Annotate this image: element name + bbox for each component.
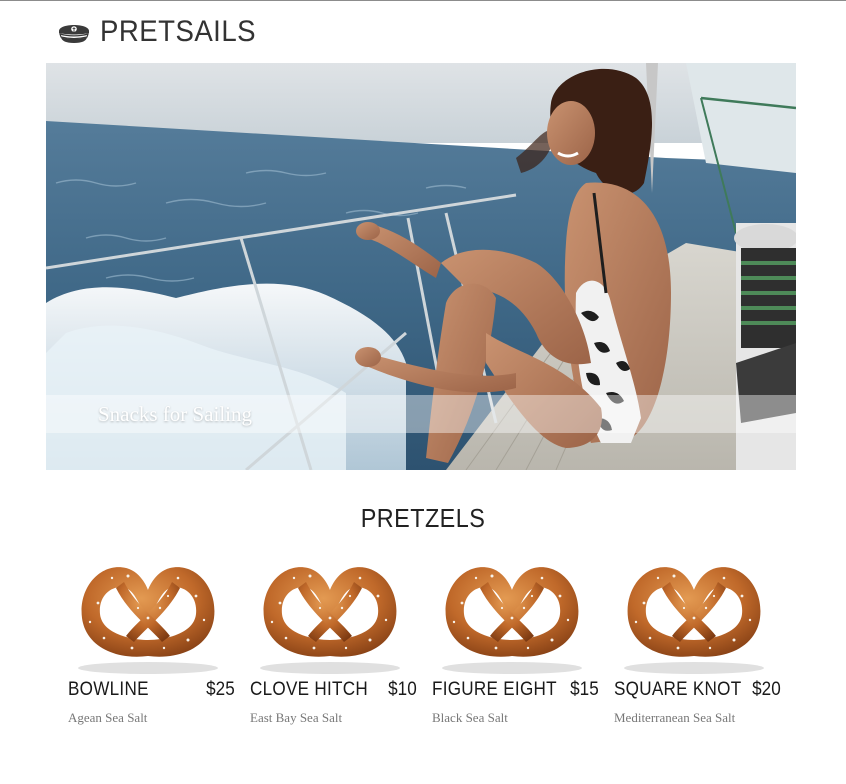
product-description: Black Sea Salt xyxy=(432,710,508,725)
product-price: $20 xyxy=(752,679,781,700)
pretzel-icon xyxy=(78,567,218,674)
section-title: PRETZELS xyxy=(360,503,486,533)
product-card-clove-hitch[interactable]: CLOVE HITCH $10 East Bay Sea Salt xyxy=(250,548,417,738)
top-border xyxy=(0,0,846,1)
hero-banner[interactable]: Snacks for Sailing xyxy=(46,63,796,470)
pretzel-icon xyxy=(624,567,764,674)
product-price: $25 xyxy=(206,679,235,700)
site-logo[interactable]: PRETSAILS xyxy=(56,14,270,50)
pretzel-icon xyxy=(442,567,582,674)
product-description: Mediterranean Sea Salt xyxy=(614,710,736,725)
product-name: CLOVE HITCH xyxy=(250,679,368,700)
product-card-bowline[interactable]: BOWLINE $25 Agean Sea Salt xyxy=(68,548,235,738)
product-card-square-knot[interactable]: SQUARE KNOT $20 Mediterranean Sea Salt xyxy=(614,548,781,738)
product-description: Agean Sea Salt xyxy=(68,710,148,725)
pretzel-icon xyxy=(260,567,400,674)
product-description: East Bay Sea Salt xyxy=(250,710,343,725)
hero-caption: Snacks for Sailing xyxy=(98,402,252,426)
product-price: $10 xyxy=(388,679,417,700)
product-card-figure-eight[interactable]: FIGURE EIGHT $15 Black Sea Salt xyxy=(432,548,599,738)
product-name: SQUARE KNOT xyxy=(614,679,742,700)
product-name: BOWLINE xyxy=(68,679,149,700)
captain-hat-icon xyxy=(59,25,89,43)
product-name: FIGURE EIGHT xyxy=(432,679,557,700)
brand-name: PRETSAILS xyxy=(100,15,256,48)
product-price: $15 xyxy=(570,679,599,700)
